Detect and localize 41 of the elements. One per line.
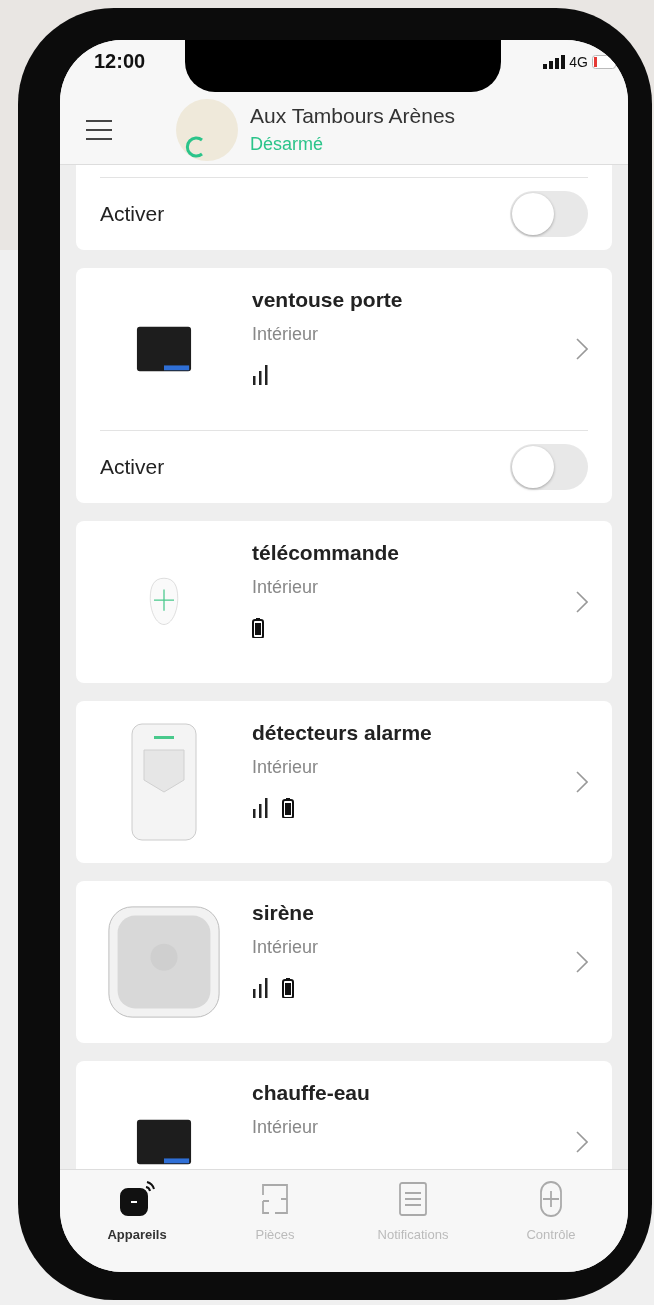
device-room: Intérieur [252, 757, 320, 778]
device-wireless-icon [119, 1180, 155, 1217]
menu-icon[interactable] [86, 119, 112, 140]
hub-title: Aux Tambours Arènes [250, 104, 456, 128]
device-name: ventouse porte [252, 288, 404, 312]
device-card[interactable]: ventouse porte Intérieur Activer [76, 268, 612, 503]
battery-icon [282, 798, 294, 818]
device-room: Intérieur [252, 1117, 320, 1138]
battery-icon [252, 618, 264, 638]
device-card[interactable]: télécommande Intérieur [76, 521, 612, 683]
device-name: détecteurs alarme [252, 721, 433, 745]
chevron-right-icon [576, 338, 588, 360]
device-room: Intérieur [252, 324, 320, 345]
chevron-right-icon [576, 1131, 588, 1153]
cellular-signal-icon [543, 54, 566, 69]
tab[interactable]: Appareils [77, 1170, 197, 1252]
device-card[interactable]: détecteurs alarme Intérieur [76, 701, 612, 863]
chevron-right-icon [576, 591, 588, 613]
signal-strength-icon [252, 798, 270, 818]
chevron-right-icon [576, 951, 588, 973]
signal-strength-icon [252, 978, 270, 998]
status-time: 12:00 [94, 50, 146, 73]
device-card[interactable]: sirène Intérieur [76, 881, 612, 1043]
relay-device-drawing [135, 324, 193, 374]
device-name: télécommande [252, 541, 401, 565]
device-card[interactable]: chauffe-eau Intérieur [76, 1061, 612, 1169]
device-name: sirène [252, 901, 315, 925]
device-room: Intérieur [252, 577, 320, 598]
chevron-right-icon [576, 771, 588, 793]
signal-strength-icon [252, 365, 270, 385]
toggle-label: Activer [100, 202, 165, 226]
hub-status: Désarmé [250, 134, 325, 155]
network-type: 4G [569, 53, 588, 70]
toggle-label: Activer [100, 455, 165, 479]
device-room: Intérieur [252, 937, 320, 958]
device-name: chauffe-eau [252, 1081, 371, 1105]
relay-device-drawing [135, 1117, 193, 1167]
toggle-switch[interactable] [510, 191, 588, 237]
battery-icon [282, 978, 294, 998]
battery-low-icon [592, 54, 616, 69]
toggle-switch[interactable] [510, 444, 588, 490]
